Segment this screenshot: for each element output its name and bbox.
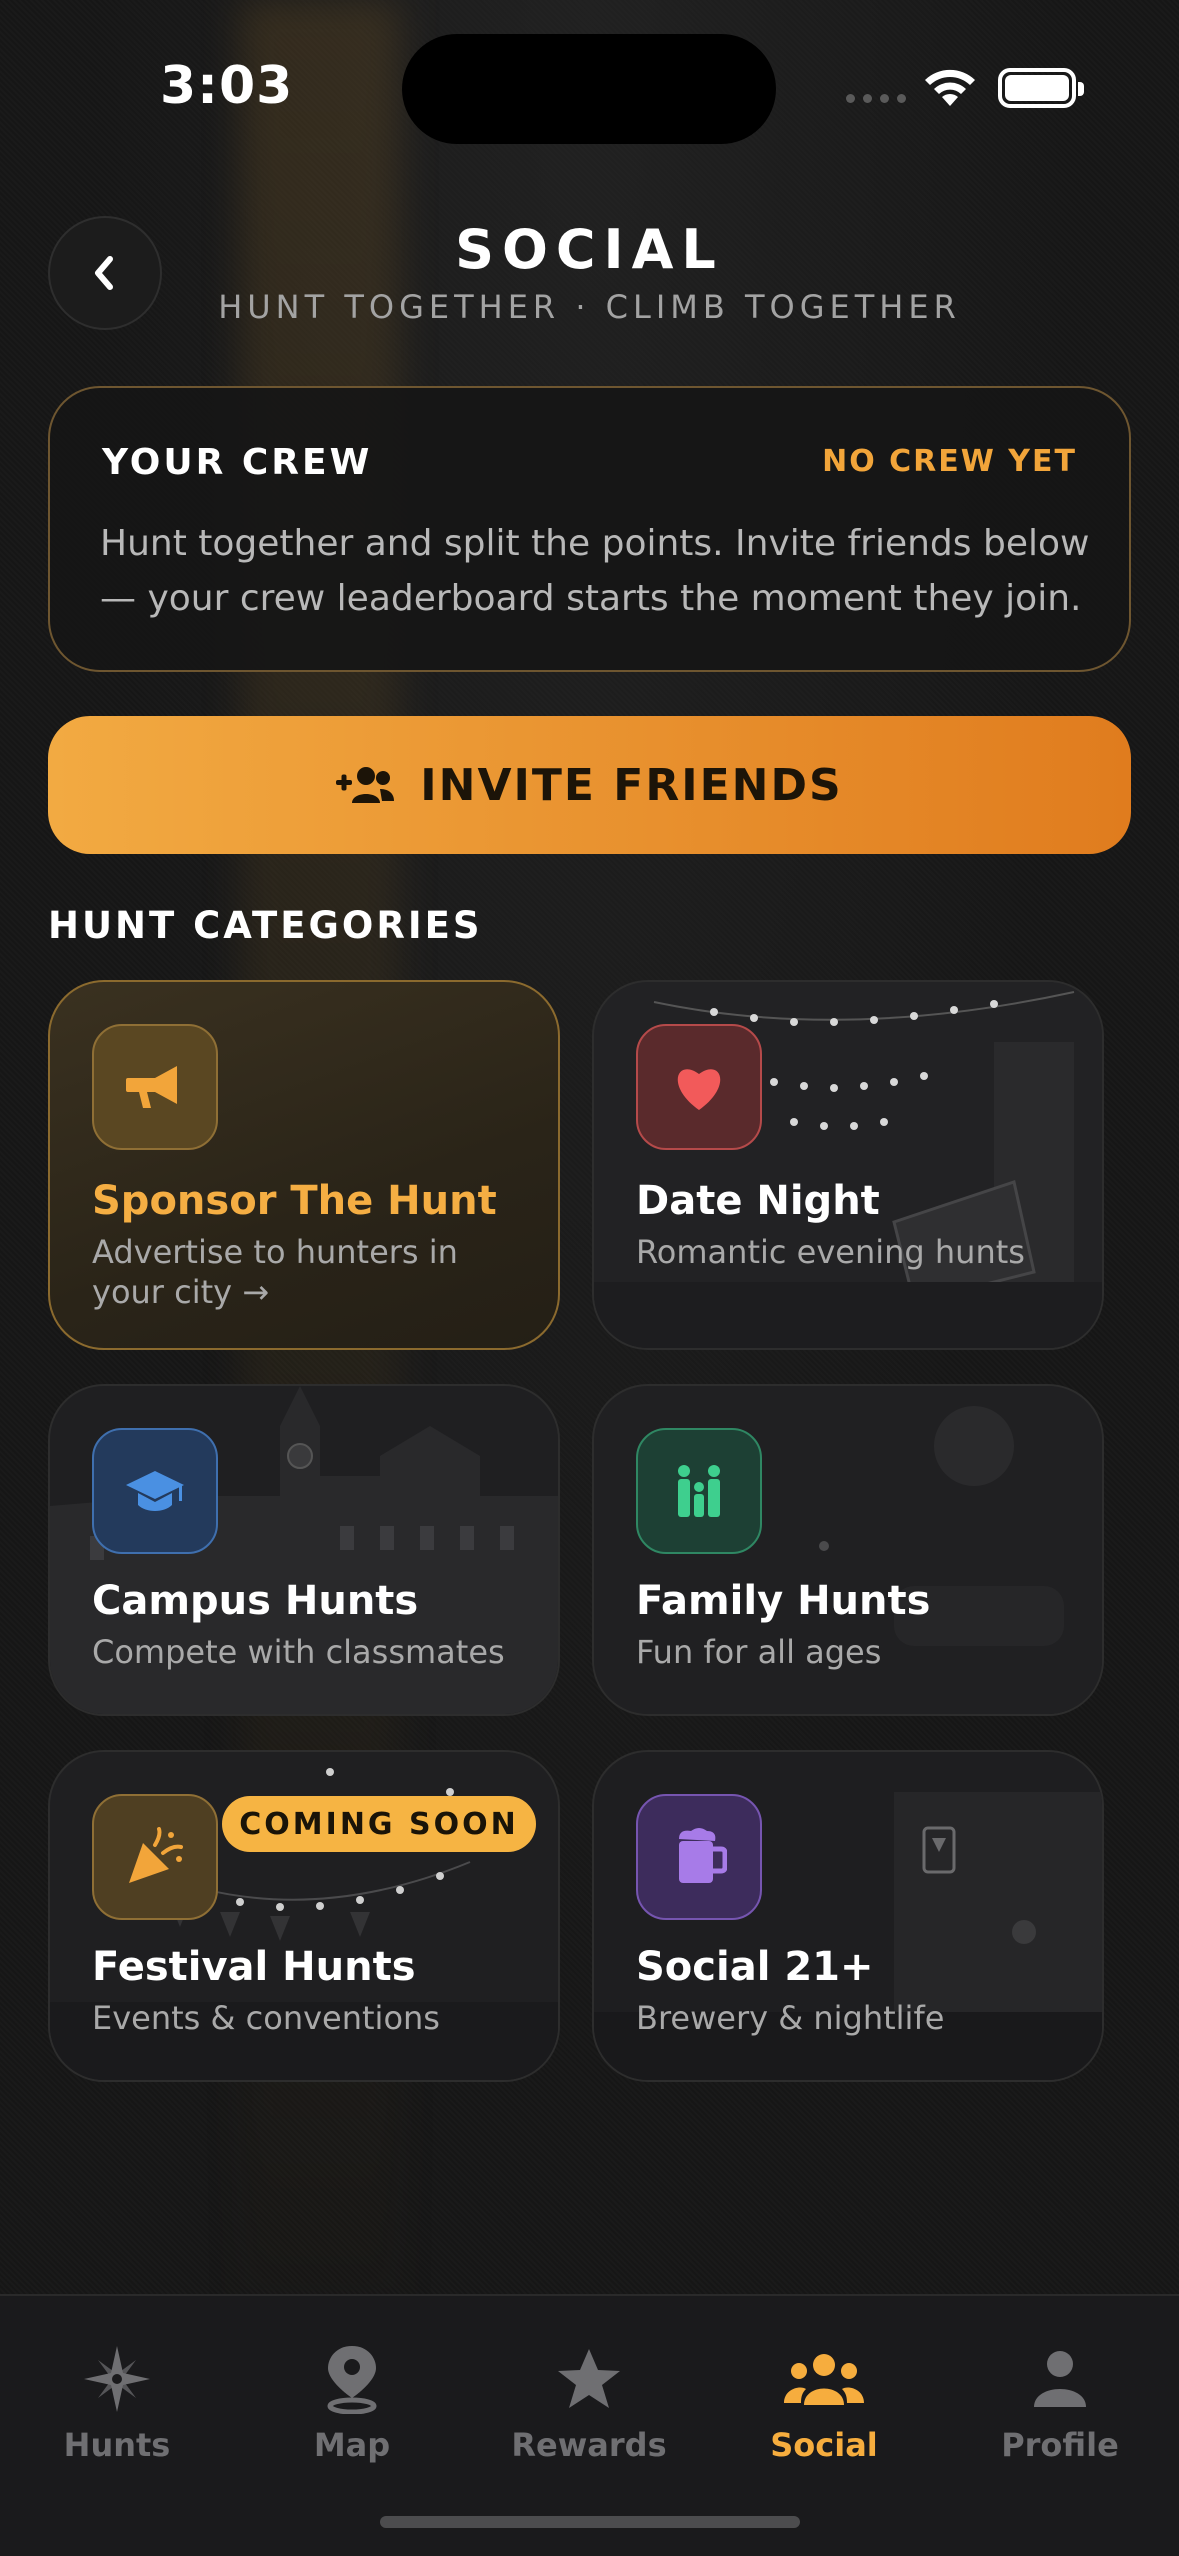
crew-card: YOUR CREW NO CREW YET Hunt together and … [48, 386, 1131, 672]
tab-label: Map [313, 2426, 391, 2464]
page-subtitle: HUNT TOGETHER · CLIMB TOGETHER [218, 288, 961, 326]
party-popper-icon [129, 1827, 183, 1883]
dynamic-island [402, 34, 776, 144]
category-description: Romantic evening hunts [636, 1233, 1025, 1271]
category-title: Festival Hunts [92, 1944, 416, 1990]
coming-soon-badge: COMING SOON [222, 1796, 536, 1852]
crew-title: YOUR CREW [102, 442, 373, 483]
heart-icon-tile [636, 1024, 762, 1150]
invite-friends-button[interactable]: INVITE FRIENDS [48, 716, 1131, 854]
cellular-signal-icon [846, 94, 906, 103]
wifi-icon [925, 69, 975, 106]
page-title: SOCIAL [455, 218, 724, 281]
category-description: Events & conventions [92, 1999, 440, 2037]
category-card-social-21[interactable]: Social 21+ Brewery & nightlife [592, 1750, 1104, 2082]
category-card-campus[interactable]: Campus Hunts Compete with classmates [48, 1384, 560, 1716]
compass-star-icon [84, 2346, 150, 2412]
crew-status-badge: NO CREW YET [822, 444, 1077, 479]
category-description: Brewery & nightlife [636, 1999, 945, 2037]
category-title: Campus Hunts [92, 1578, 419, 1624]
crew-description: Hunt together and split the points. Invi… [100, 523, 1090, 619]
tab-label: Rewards [511, 2426, 667, 2464]
heart-icon [677, 1069, 721, 1110]
category-card-date-night[interactable]: Date Night Romantic evening hunts [592, 980, 1104, 1350]
category-description: Compete with classmates [92, 1633, 505, 1671]
category-title: Sponsor The Hunt [92, 1178, 497, 1224]
tab-social[interactable]: Social [724, 2342, 924, 2464]
user-plus-icon [336, 767, 395, 803]
tab-map[interactable]: Map [252, 2342, 452, 2464]
category-description: Advertise to hunters in your city → [92, 1233, 458, 1311]
status-bar: 3:03 [0, 0, 1179, 170]
tab-profile[interactable]: Profile [960, 2342, 1160, 2464]
category-card-family[interactable]: Family Hunts Fun for all ages [592, 1384, 1104, 1716]
tab-label: Social [770, 2426, 878, 2464]
star-icon [558, 2349, 620, 2408]
invite-friends-label: INVITE FRIENDS [420, 759, 843, 811]
social-screen: 3:03 SOCIAL HUNT TOGETHER · CLIMB TOGETH… [0, 0, 1179, 2556]
party-popper-icon-tile [92, 1794, 218, 1920]
category-description: Fun for all ages [636, 1633, 882, 1671]
home-indicator[interactable] [380, 2516, 800, 2528]
beer-mug-icon-tile [636, 1794, 762, 1920]
graduation-cap-icon-tile [92, 1428, 218, 1554]
family-icon-tile [636, 1428, 762, 1554]
map-pin-icon [327, 2346, 377, 2414]
tab-hunts[interactable]: Hunts [17, 2342, 217, 2464]
person-icon [1034, 2351, 1086, 2407]
battery-icon [998, 68, 1084, 108]
tab-label: Profile [1001, 2426, 1119, 2464]
category-card-festival[interactable]: COMING SOON Festival Hunts Events & conv… [48, 1750, 560, 2082]
tab-label: Hunts [63, 2426, 171, 2464]
category-title: Family Hunts [636, 1578, 931, 1624]
users-icon [784, 2354, 864, 2405]
beer-mug-icon [679, 1828, 727, 1883]
category-title: Date Night [636, 1178, 880, 1224]
section-title-hunt-categories: HUNT CATEGORIES [48, 904, 483, 947]
category-card-sponsor[interactable]: Sponsor The Hunt Advertise to hunters in… [48, 980, 560, 1350]
family-icon [678, 1465, 720, 1517]
category-title: Social 21+ [636, 1944, 874, 1990]
megaphone-icon [126, 1066, 177, 1108]
graduation-cap-icon [126, 1471, 184, 1511]
status-time: 3:03 [160, 56, 294, 116]
tab-rewards[interactable]: Rewards [489, 2342, 689, 2464]
megaphone-icon-tile [92, 1024, 218, 1150]
